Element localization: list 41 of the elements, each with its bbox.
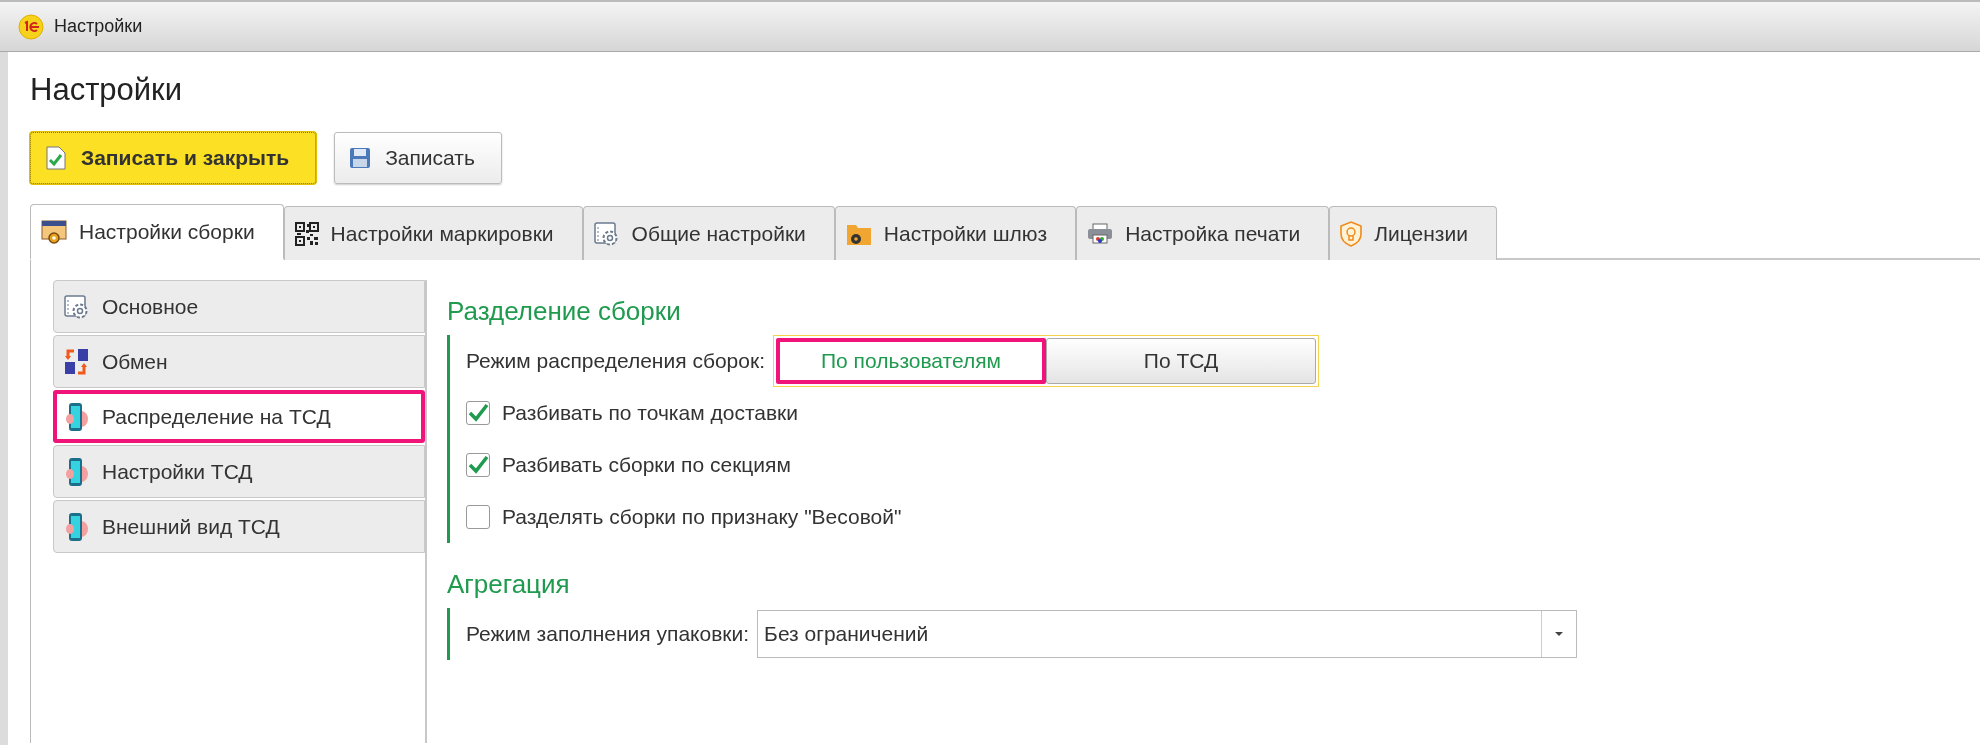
- checkbox[interactable]: [466, 505, 490, 529]
- checkbox[interactable]: [466, 453, 490, 477]
- mode-option-button[interactable]: По ТСД: [1046, 338, 1316, 384]
- logo-icon: [18, 13, 44, 40]
- dropdown-field[interactable]: Без ограничений: [757, 610, 1578, 658]
- tab[interactable]: Общие настройки: [582, 206, 835, 260]
- form-heading: Настройки: [30, 71, 182, 109]
- printer-icon: [1087, 222, 1114, 245]
- tab[interactable]: Настройка печати: [1076, 206, 1330, 260]
- tab[interactable]: Настройки маркировки: [283, 206, 583, 260]
- checkbox[interactable]: [466, 401, 490, 425]
- section-title: Агрегация: [447, 569, 570, 600]
- handheld-device-icon: [64, 456, 90, 487]
- window-title: Настройки: [54, 16, 143, 37]
- mode-option-button[interactable]: По пользователям: [776, 338, 1046, 384]
- gear-window-icon: [593, 220, 620, 247]
- sidebar-item[interactable]: Основное: [53, 280, 425, 333]
- qr-code-icon: [294, 221, 319, 246]
- window-gear-icon: [41, 218, 67, 245]
- checkbox-label: Разделять сборки по признаку "Весовой": [502, 505, 902, 529]
- save-button[interactable]: Записать: [334, 132, 502, 184]
- exchange-arrows-icon: [64, 347, 90, 376]
- sidebar-item[interactable]: Распределение на ТСД: [53, 390, 425, 443]
- dropdown-arrow-icon[interactable]: [1554, 631, 1565, 637]
- sidebar-item[interactable]: Обмен: [53, 335, 425, 388]
- section-title: Разделение сборки: [447, 296, 681, 327]
- save-and-close-button[interactable]: Записать и закрыть: [30, 132, 317, 184]
- checkbox-label: Разбивать сборки по секциям: [502, 453, 791, 477]
- tab[interactable]: Настройки сборки: [30, 204, 284, 260]
- sidebar-item[interactable]: Настройки ТСД: [53, 445, 425, 498]
- tab[interactable]: Настройки шлюз: [834, 206, 1077, 260]
- handheld-device-icon: [64, 511, 90, 542]
- sidebar-item[interactable]: Внешний вид ТСД: [53, 500, 425, 553]
- handheld-device-icon: [64, 401, 90, 432]
- lightbulb-icon: [1340, 220, 1363, 247]
- field-label: Режим заполнения упаковки:: [466, 622, 750, 646]
- gear-window-icon: [64, 293, 90, 320]
- tab[interactable]: Лицензии: [1329, 206, 1497, 260]
- field-label: Режим распределения сборок:: [466, 349, 765, 373]
- checkbox-label: Разбивать по точкам доставки: [502, 401, 799, 425]
- document-check-icon: [45, 146, 67, 170]
